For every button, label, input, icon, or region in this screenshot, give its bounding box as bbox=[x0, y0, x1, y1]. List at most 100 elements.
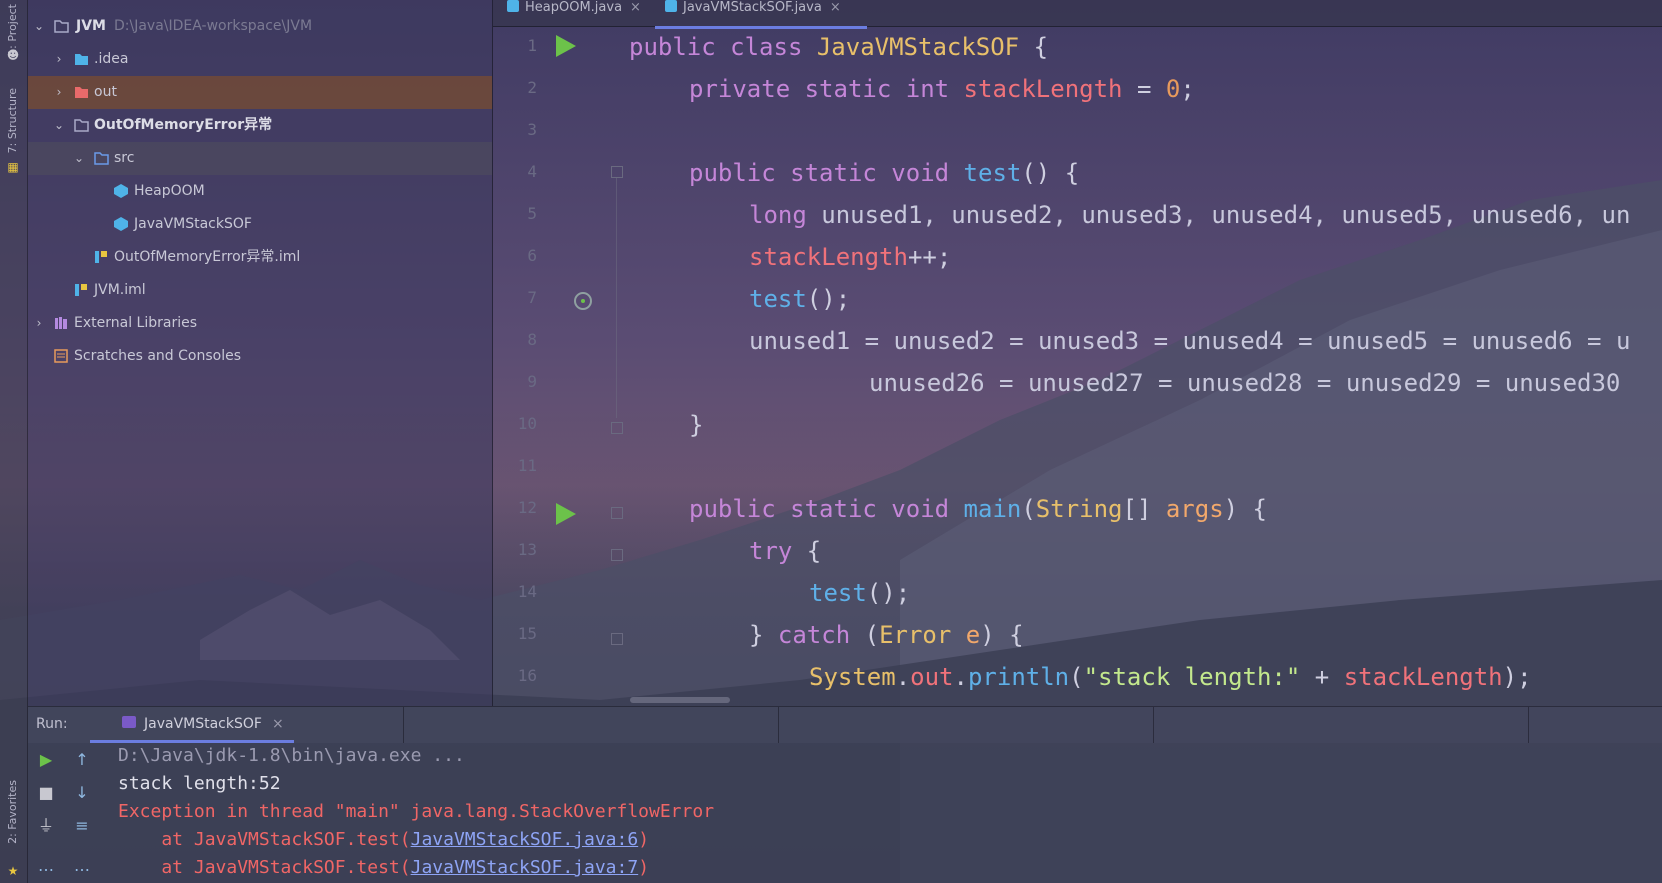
fold-marker-icon[interactable] bbox=[611, 549, 623, 561]
plug-icon[interactable]: ⏚ bbox=[36, 816, 56, 836]
scroll-up-icon[interactable]: ↑ bbox=[72, 750, 92, 770]
stacktrace-link[interactable]: JavaVMStackSOF.java:6 bbox=[411, 829, 639, 850]
tree-item-label: OutOfMemoryError异常 bbox=[94, 117, 273, 133]
fold-marker-icon[interactable] bbox=[611, 422, 623, 434]
chevron-right-icon[interactable]: › bbox=[32, 307, 46, 340]
chevron-right-icon[interactable]: › bbox=[52, 76, 66, 109]
code-line-12: public static void main(String[] args) { bbox=[689, 495, 1268, 523]
soft-wrap-icon[interactable]: ≡ bbox=[72, 816, 92, 836]
divider bbox=[1153, 707, 1154, 743]
chevron-down-icon[interactable]: ⌄ bbox=[52, 109, 66, 142]
run-class-gutter-icon[interactable] bbox=[556, 35, 576, 57]
scroll-down-icon[interactable]: ↓ bbox=[72, 783, 92, 803]
run-tab-label: JavaVMStackSOF bbox=[144, 716, 262, 732]
tree-item-jvm-root[interactable]: ⌄ JVM D:\Java\IDEA-workspace\JVM bbox=[28, 10, 492, 43]
console-output: stack length:52 bbox=[118, 773, 281, 794]
divider bbox=[403, 707, 404, 743]
tree-item-scratches[interactable]: Scratches and Consoles bbox=[28, 340, 492, 373]
tab-label: HeapOOM.java bbox=[525, 0, 623, 15]
code-line-7: test(); bbox=[749, 285, 851, 313]
fold-marker-icon[interactable] bbox=[611, 507, 623, 519]
run-console[interactable]: D:\Java\jdk-1.8\bin\java.exe ... stack l… bbox=[118, 742, 714, 878]
line-number: 5 bbox=[527, 204, 537, 223]
tree-item-label: out bbox=[94, 84, 117, 100]
code-editor[interactable]: 1 2 3 4 5 6 7 8 9 10 11 12 13 14 15 16 p… bbox=[493, 26, 1662, 706]
tree-item-src[interactable]: ⌄ src bbox=[28, 142, 492, 175]
close-icon[interactable]: × bbox=[630, 0, 641, 15]
fold-marker-icon[interactable] bbox=[611, 633, 623, 645]
stacktrace-link[interactable]: JavaVMStackSOF.java:7 bbox=[411, 857, 639, 878]
project-path: D:\Java\IDEA-workspace\JVM bbox=[114, 18, 313, 34]
java-class-icon bbox=[114, 217, 128, 231]
iml-file-icon bbox=[75, 284, 87, 296]
code-line-9: unused26 = unused27 = unused28 = unused2… bbox=[869, 369, 1621, 397]
stop-icon[interactable]: ■ bbox=[36, 783, 56, 803]
tree-item-label: Scratches and Consoles bbox=[74, 348, 241, 364]
code-line-1: public class JavaVMStackSOF { bbox=[629, 33, 1049, 61]
tree-item-module-iml[interactable]: OutOfMemoryError异常.iml bbox=[28, 241, 492, 274]
chevron-right-icon[interactable]: › bbox=[52, 43, 66, 76]
iml-file-icon bbox=[95, 251, 107, 263]
tree-item-label: External Libraries bbox=[74, 315, 197, 331]
line-number: 9 bbox=[527, 372, 537, 391]
rerun-icon[interactable]: ▶ bbox=[36, 750, 56, 770]
java-class-icon bbox=[665, 0, 677, 12]
line-number: 4 bbox=[527, 162, 537, 181]
java-class-icon bbox=[507, 0, 519, 12]
tree-item-idea[interactable]: › .idea bbox=[28, 43, 492, 76]
line-number: 16 bbox=[517, 666, 537, 685]
line-number: 14 bbox=[517, 582, 537, 601]
close-icon[interactable]: × bbox=[830, 0, 841, 15]
code-area[interactable]: public class JavaVMStackSOF { private st… bbox=[629, 26, 1630, 691]
close-icon[interactable]: × bbox=[272, 716, 284, 732]
line-number: 7 bbox=[527, 288, 537, 307]
code-line-2: private static int stackLength = 0; bbox=[689, 75, 1195, 103]
module-folder-icon bbox=[74, 119, 89, 132]
code-line-13: try { bbox=[749, 537, 822, 565]
tree-item-javavmstacksof[interactable]: JavaVMStackSOF bbox=[28, 208, 492, 241]
tab-label: JavaVMStackSOF.java bbox=[683, 0, 822, 15]
favorites-tool-tab[interactable]: 2: Favorites bbox=[6, 780, 19, 844]
chevron-down-icon[interactable]: ⌄ bbox=[32, 10, 46, 43]
tree-item-heapoom[interactable]: HeapOOM bbox=[28, 175, 492, 208]
fold-marker-icon[interactable] bbox=[611, 166, 623, 178]
tree-item-label: JVM bbox=[76, 18, 106, 34]
project-icon: ☻ bbox=[6, 48, 20, 62]
editor-tab-bar: HeapOOM.java × JavaVMStackSOF.java × bbox=[493, 0, 1662, 29]
code-line-4: public static void test() { bbox=[689, 159, 1080, 187]
structure-icon: ▦ bbox=[7, 160, 19, 174]
tab-javavmstacksof[interactable]: JavaVMStackSOF.java × bbox=[655, 0, 867, 29]
run-main-gutter-icon[interactable] bbox=[556, 503, 576, 525]
editor-horizontal-scrollbar[interactable] bbox=[630, 697, 730, 703]
tree-item-module[interactable]: ⌄ OutOfMemoryError异常 bbox=[28, 109, 492, 142]
more-icon[interactable]: … bbox=[72, 856, 92, 876]
console-command: D:\Java\jdk-1.8\bin\java.exe ... bbox=[118, 745, 465, 766]
run-tool-window-header: Run: JavaVMStackSOF × bbox=[28, 706, 1662, 743]
line-number: 1 bbox=[527, 36, 537, 55]
tree-item-label: .idea bbox=[94, 51, 129, 67]
code-line-15: } catch (Error e) { bbox=[749, 621, 1024, 649]
console-exception: Exception in thread "main" java.lang.Sta… bbox=[118, 801, 715, 822]
tree-item-external-libraries[interactable]: › External Libraries bbox=[28, 307, 492, 340]
project-tool-window: ⌄ JVM D:\Java\IDEA-workspace\JVM › .idea… bbox=[28, 0, 493, 706]
run-label: Run: bbox=[36, 716, 68, 732]
divider bbox=[1528, 707, 1529, 743]
tree-item-jvm-iml[interactable]: JVM.iml bbox=[28, 274, 492, 307]
editor-gutter: 1 2 3 4 5 6 7 8 9 10 11 12 13 14 15 16 bbox=[493, 26, 623, 706]
console-stacktrace-line: at JavaVMStackSOF.test(JavaVMStackSOF.ja… bbox=[118, 857, 650, 878]
code-line-16: System.out.println("stack length:" + sta… bbox=[809, 663, 1532, 691]
line-number: 15 bbox=[517, 624, 537, 643]
code-line-14: test(); bbox=[809, 579, 911, 607]
line-number: 8 bbox=[527, 330, 537, 349]
tree-item-out[interactable]: › out bbox=[28, 76, 492, 109]
line-number: 12 bbox=[517, 498, 537, 517]
more-icon[interactable]: … bbox=[36, 856, 56, 876]
line-number: 10 bbox=[517, 414, 537, 433]
tab-heapoom[interactable]: HeapOOM.java × bbox=[507, 0, 641, 26]
recursive-call-icon bbox=[574, 292, 592, 310]
structure-tool-tab[interactable]: 7: Structure bbox=[6, 88, 19, 153]
code-line-6: stackLength++; bbox=[749, 243, 952, 271]
chevron-down-icon[interactable]: ⌄ bbox=[72, 142, 86, 175]
tree-item-label: HeapOOM bbox=[134, 183, 205, 199]
run-tab-javavmstacksof[interactable]: JavaVMStackSOF × bbox=[90, 707, 294, 743]
